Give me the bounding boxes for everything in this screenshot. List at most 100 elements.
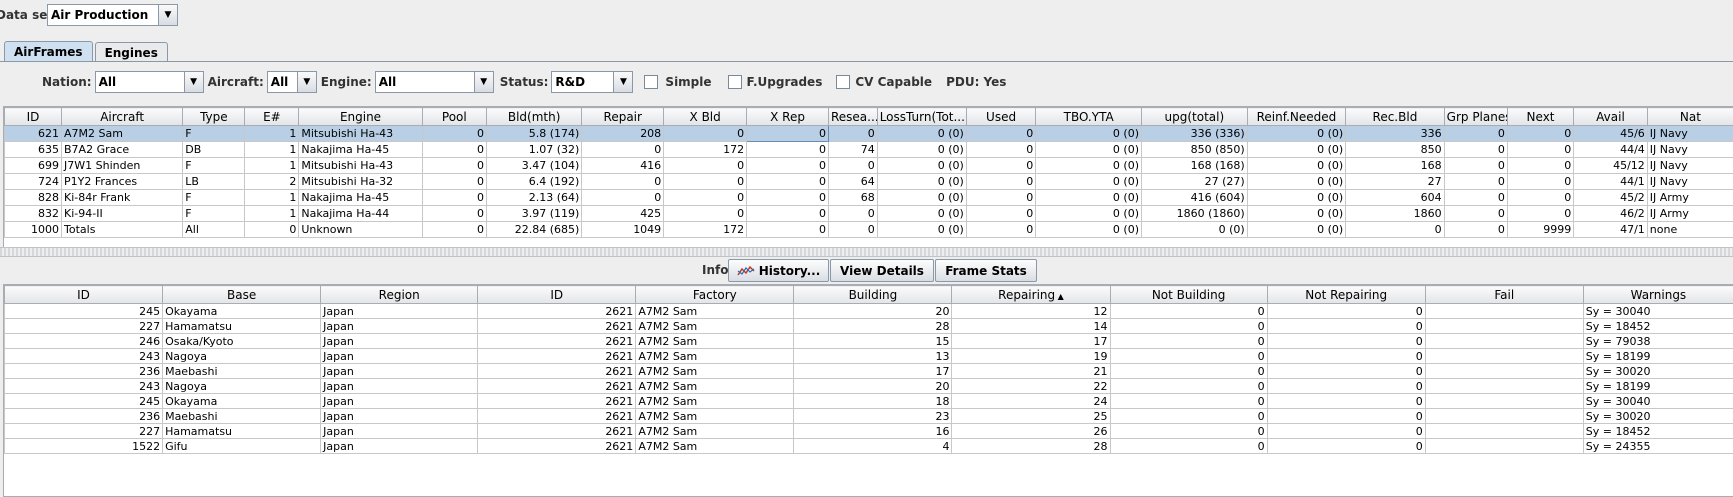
table-cell[interactable] — [1425, 364, 1583, 379]
table-cell[interactable]: 0 (0) — [877, 174, 966, 190]
table-cell[interactable]: 23 — [794, 409, 952, 424]
airframes-header-18[interactable]: Next — [1507, 108, 1573, 126]
table-cell[interactable]: A7M2 Sam — [636, 364, 794, 379]
table-cell[interactable]: 0 (0) — [1036, 190, 1142, 206]
airframes-header-0[interactable]: ID — [5, 108, 62, 126]
table-cell[interactable]: 0 — [828, 206, 877, 222]
factories-table-scroll[interactable]: IDBaseRegionIDFactoryBuildingRepairing ▲… — [3, 284, 1733, 497]
table-cell[interactable]: 0 — [1444, 126, 1507, 142]
table-cell[interactable]: 0 — [422, 222, 486, 238]
table-cell[interactable]: 1860 — [1346, 206, 1444, 222]
table-cell[interactable]: 44/4 — [1574, 142, 1648, 158]
table-cell[interactable]: 2621 — [478, 304, 636, 319]
table-cell[interactable]: Mitsubishi Ha-43 — [299, 126, 422, 142]
table-cell[interactable]: 0 — [1444, 190, 1507, 206]
table-cell[interactable]: 0 — [747, 222, 829, 238]
table-cell[interactable]: 0 (0) — [1142, 222, 1248, 238]
table-cell[interactable]: Mitsubishi Ha-43 — [299, 158, 422, 174]
table-row[interactable]: 699J7W1 ShindenF1Mitsubishi Ha-4303.47 (… — [5, 158, 1733, 174]
table-cell[interactable] — [1425, 439, 1583, 454]
table-cell[interactable]: 0 — [664, 190, 747, 206]
airframes-header-15[interactable]: Reinf.Needed — [1247, 108, 1345, 126]
table-cell[interactable] — [1425, 409, 1583, 424]
nation-select[interactable]: All ▼ — [95, 71, 204, 93]
table-cell[interactable]: F — [183, 158, 245, 174]
table-cell[interactable]: 208 — [582, 126, 664, 142]
table-cell[interactable]: 1 — [245, 190, 299, 206]
frame-stats-button[interactable]: Frame Stats — [935, 259, 1037, 282]
table-cell[interactable]: 45/12 — [1574, 158, 1648, 174]
history-button[interactable]: History... — [728, 259, 829, 282]
table-cell[interactable]: 0 — [1110, 424, 1267, 439]
table-cell[interactable]: 0 — [1110, 379, 1267, 394]
table-cell[interactable]: 0 — [582, 174, 664, 190]
table-cell[interactable]: 0 (0) — [1036, 222, 1142, 238]
table-cell[interactable]: F — [183, 206, 245, 222]
table-cell[interactable]: 0 (0) — [1247, 158, 1345, 174]
table-cell[interactable]: All — [183, 222, 245, 238]
table-cell[interactable]: 45/2 — [1574, 190, 1648, 206]
factories-header-7[interactable]: Not Building — [1110, 286, 1267, 304]
table-cell[interactable]: Ki-84r Frank — [62, 190, 183, 206]
table-cell[interactable]: 0 — [828, 126, 877, 142]
airframes-header-7[interactable]: Repair — [582, 108, 664, 126]
table-cell[interactable]: 0 — [1507, 142, 1573, 158]
table-cell[interactable]: A7M2 Sam — [636, 319, 794, 334]
table-cell[interactable]: 425 — [582, 206, 664, 222]
table-cell[interactable]: 22 — [952, 379, 1110, 394]
table-cell[interactable]: 0 — [422, 126, 486, 142]
factories-header-0[interactable]: ID — [5, 286, 163, 304]
table-row[interactable]: 236MaebashiJapan2621A7M2 Sam232500Sy = 3… — [5, 409, 1733, 424]
table-cell[interactable]: A7M2 Sam — [636, 424, 794, 439]
airframes-header-8[interactable]: X Bld — [664, 108, 747, 126]
table-cell[interactable]: 3.47 (104) — [486, 158, 581, 174]
table-cell[interactable]: 0 — [1267, 394, 1425, 409]
table-cell[interactable]: A7M2 Sam — [636, 349, 794, 364]
table-row[interactable]: 246Osaka/KyotoJapan2621A7M2 Sam151700Sy … — [5, 334, 1733, 349]
chevron-down-icon[interactable]: ▼ — [474, 72, 493, 92]
table-row[interactable]: 828Ki-84r FrankF1Nakajima Ha-4502.13 (64… — [5, 190, 1733, 206]
table-cell[interactable]: 0 — [828, 158, 877, 174]
table-cell[interactable]: 2621 — [478, 349, 636, 364]
table-cell[interactable]: Japan — [321, 379, 478, 394]
table-cell[interactable]: 0 — [1507, 158, 1573, 174]
table-row[interactable]: 832Ki-94-IIF1Nakajima Ha-4403.97 (119)42… — [5, 206, 1733, 222]
table-cell[interactable]: 28 — [794, 319, 952, 334]
table-cell[interactable]: 0 — [747, 190, 829, 206]
table-cell[interactable]: IJ Army — [1647, 206, 1733, 222]
table-cell[interactable]: 699 — [5, 158, 62, 174]
table-cell[interactable]: 236 — [5, 364, 163, 379]
table-cell[interactable] — [1425, 394, 1583, 409]
table-cell[interactable]: 17 — [952, 334, 1110, 349]
table-cell[interactable]: A7M2 Sam — [636, 379, 794, 394]
table-cell[interactable]: 0 — [1507, 206, 1573, 222]
table-cell[interactable]: 0 — [747, 174, 829, 190]
table-cell[interactable]: 604 — [1346, 190, 1444, 206]
table-cell[interactable]: Gifu — [163, 439, 321, 454]
table-cell[interactable]: Japan — [321, 364, 478, 379]
table-cell[interactable]: Nagoya — [163, 349, 321, 364]
table-cell[interactable]: IJ Navy — [1647, 174, 1733, 190]
factories-header-6[interactable]: Repairing ▲ — [952, 286, 1110, 304]
dataset-select[interactable]: Air Production ▼ — [47, 4, 178, 26]
table-row[interactable]: 227HamamatsuJapan2621A7M2 Sam162600Sy = … — [5, 424, 1733, 439]
table-cell[interactable]: 2621 — [478, 379, 636, 394]
table-cell[interactable]: 18 — [794, 394, 952, 409]
table-cell[interactable]: P1Y2 Frances — [62, 174, 183, 190]
table-cell[interactable]: 850 — [1346, 142, 1444, 158]
chevron-down-icon[interactable]: ▼ — [184, 72, 203, 92]
table-cell[interactable]: Japan — [321, 304, 478, 319]
table-cell[interactable]: 0 — [1444, 222, 1507, 238]
table-cell[interactable]: 0 (0) — [1036, 206, 1142, 222]
table-cell[interactable]: 3.97 (119) — [486, 206, 581, 222]
table-cell[interactable]: Hamamatsu — [163, 424, 321, 439]
table-cell[interactable]: Osaka/Kyoto — [163, 334, 321, 349]
table-cell[interactable]: 45/6 — [1574, 126, 1648, 142]
table-cell[interactable]: 27 (27) — [1142, 174, 1248, 190]
table-row[interactable]: 245OkayamaJapan2621A7M2 Sam182400Sy = 30… — [5, 394, 1733, 409]
table-cell[interactable]: 246 — [5, 334, 163, 349]
table-cell[interactable]: 0 — [1267, 304, 1425, 319]
chevron-down-icon[interactable]: ▼ — [297, 72, 316, 92]
table-cell[interactable]: IJ Army — [1647, 190, 1733, 206]
table-cell[interactable]: 0 (0) — [1036, 158, 1142, 174]
